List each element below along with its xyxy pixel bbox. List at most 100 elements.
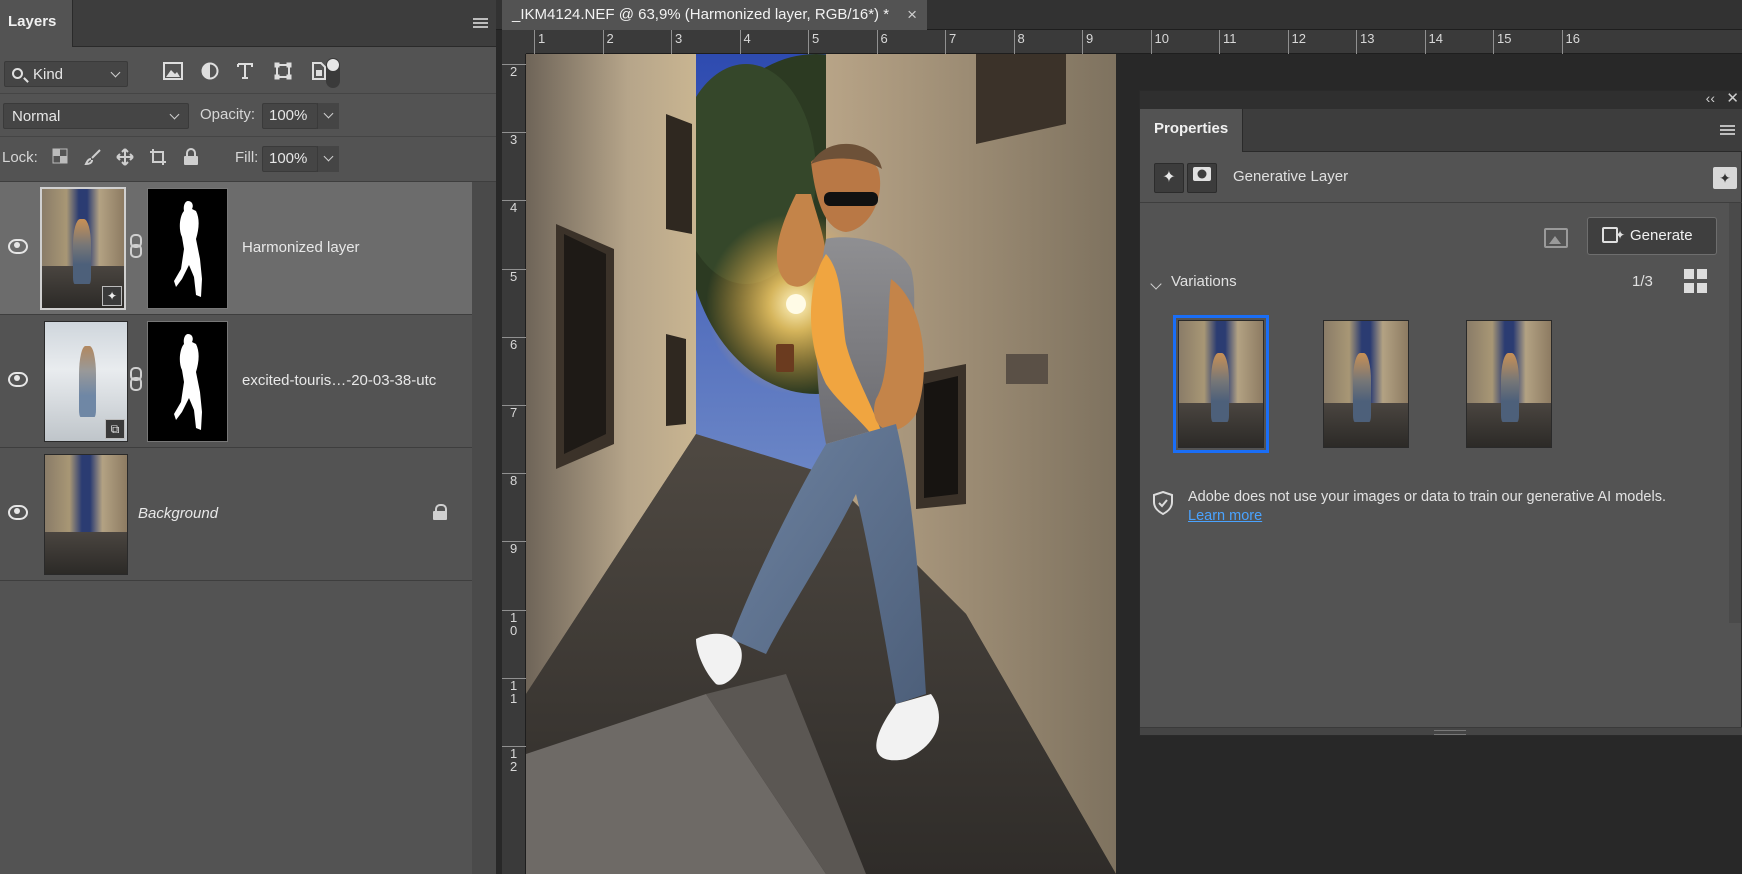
grid-view-icon[interactable] — [1684, 269, 1708, 293]
layers-scroll-area[interactable] — [472, 182, 496, 874]
layer-name[interactable]: Harmonized layer — [242, 239, 360, 256]
chevron-down-icon — [169, 109, 180, 120]
generate-button[interactable]: Generate — [1587, 217, 1717, 255]
ruler-tick: 5 — [502, 268, 526, 283]
layer-lock-icon[interactable] — [432, 504, 448, 520]
pixel-filter-icon[interactable] — [162, 62, 184, 84]
opacity-label: Opacity: — [200, 106, 256, 123]
properties-tab[interactable]: Properties — [1140, 109, 1244, 152]
visibility-eye-icon[interactable] — [6, 371, 28, 387]
ruler-tick: 1 0 — [502, 609, 526, 637]
mask-icon[interactable] — [1187, 163, 1217, 193]
ruler-tick: 1 1 — [502, 677, 526, 705]
layers-tab[interactable]: Layers — [0, 0, 74, 47]
variation-thumbnail-2[interactable] — [1323, 320, 1409, 448]
panel-menu-icon[interactable] — [1720, 125, 1735, 137]
link-chain-icon[interactable] — [129, 367, 142, 391]
type-filter-icon[interactable] — [234, 62, 256, 84]
ruler-tick: 9 — [502, 541, 526, 555]
chevron-down-icon — [110, 67, 121, 78]
horizontal-ruler[interactable]: 1 2 3 4 5 6 7 8 9 10 11 12 13 14 15 16 — [526, 30, 1742, 54]
close-icon[interactable]: ✕ — [1726, 89, 1739, 107]
blend-mode-value: Normal — [12, 108, 61, 125]
document-title: _IKM4124.NEF @ 63,9% (Harmonized layer, … — [512, 6, 890, 23]
document-tab[interactable]: _IKM4124.NEF @ 63,9% (Harmonized layer, … — [502, 0, 928, 30]
lock-row: Lock: Fill: 100% — [0, 138, 496, 182]
panel-header-strip: ‹‹ ✕ — [1140, 89, 1742, 109]
lock-transparent-pixels-icon[interactable] — [49, 148, 71, 170]
ruler-tick: 7 — [502, 405, 526, 419]
vertical-ruler[interactable]: 2 3 4 5 6 7 8 9 1 0 1 1 1 2 — [502, 54, 526, 874]
ruler-tick: 3 — [502, 132, 526, 146]
lock-image-pixels-icon[interactable] — [82, 148, 104, 170]
ruler-tick: 11 — [1219, 30, 1237, 54]
panel-resize-handle[interactable] — [1140, 727, 1742, 735]
fill-input[interactable]: 100% — [262, 146, 318, 172]
generate-label: Generate — [1630, 227, 1693, 244]
ruler-tick: 2 — [602, 30, 614, 54]
ruler-tick: 3 — [671, 30, 682, 54]
blend-mode-select[interactable]: Normal — [3, 103, 189, 129]
fill-dropdown[interactable] — [317, 146, 339, 172]
visibility-eye-icon[interactable] — [6, 504, 28, 520]
properties-scrollbar[interactable] — [1729, 203, 1741, 623]
layer-row-background[interactable]: Background — [0, 448, 472, 581]
layer-thumbnail[interactable] — [44, 454, 128, 575]
chevron-down-icon — [323, 108, 334, 119]
collapse-panel-icon[interactable]: ‹‹ — [1706, 90, 1715, 106]
blend-row: Normal Opacity: 100% — [0, 95, 496, 137]
layer-mask-thumbnail[interactable] — [147, 188, 228, 309]
layers-panel: Layers Kind Normal Opacity: 100% Lock: F… — [0, 0, 496, 874]
reference-image-icon[interactable] — [1544, 228, 1568, 248]
learn-more-link[interactable]: Learn more — [1188, 507, 1262, 526]
layer-name[interactable]: excited-touris…-20-03-38-utc — [242, 372, 436, 389]
layer-mask-thumbnail[interactable] — [147, 321, 228, 442]
lock-label: Lock: — [2, 149, 38, 166]
shape-filter-icon[interactable] — [272, 62, 294, 84]
properties-tabbar: Properties — [1140, 109, 1742, 152]
filter-toggle[interactable] — [326, 58, 340, 88]
variation-thumbnail-3[interactable] — [1466, 320, 1552, 448]
chevron-down-icon[interactable] — [1150, 278, 1162, 290]
layer-filter-row: Kind — [0, 48, 496, 94]
ruler-tick: 12 — [1287, 30, 1306, 54]
layers-tabbar: Layers — [0, 0, 496, 47]
layer-row-tourist[interactable]: ⧉ excited-touris…-20-03-38-utc — [0, 315, 472, 448]
close-icon[interactable]: × — [907, 0, 917, 30]
ruler-tick: 14 — [1424, 30, 1443, 54]
link-chain-icon[interactable] — [129, 234, 142, 258]
ruler-tick: 15 — [1493, 30, 1511, 54]
generative-icon: ✦ — [102, 286, 122, 306]
filter-kind-select[interactable]: Kind — [4, 61, 128, 87]
opacity-input[interactable]: 100% — [262, 103, 318, 129]
layer-type-label: Generative Layer — [1233, 168, 1349, 185]
adjustment-filter-icon[interactable] — [199, 62, 221, 84]
visibility-eye-icon[interactable] — [6, 238, 28, 254]
shield-check-icon — [1153, 491, 1173, 515]
variations-count: 1/3 — [1632, 273, 1653, 290]
layer-row-harmonized[interactable]: ✦ Harmonized layer — [0, 182, 472, 315]
layer-thumbnail[interactable]: ✦ — [40, 187, 126, 310]
opacity-dropdown[interactable] — [317, 103, 339, 129]
lock-all-icon[interactable] — [180, 148, 202, 170]
smart-object-icon: ⧉ — [105, 419, 125, 439]
properties-panel: ‹‹ ✕ Properties ✦ Generative Layer ✦ Gen… — [1139, 90, 1742, 736]
search-icon — [12, 68, 23, 79]
ruler-origin[interactable] — [502, 30, 526, 54]
lock-artboard-icon[interactable] — [147, 148, 169, 170]
variation-thumbnail-1[interactable] — [1173, 315, 1269, 453]
ai-training-notice: Adobe does not use your images or data t… — [1188, 488, 1728, 526]
layer-thumbnail[interactable]: ⧉ — [44, 321, 128, 442]
panel-menu-icon[interactable] — [473, 18, 488, 30]
notice-text: Adobe does not use your images or data t… — [1188, 489, 1666, 505]
generate-icon — [1602, 217, 1625, 253]
ruler-tick: 2 — [502, 64, 526, 78]
variations-label[interactable]: Variations — [1171, 273, 1237, 290]
ruler-tick: 4 — [502, 200, 526, 214]
ruler-tick: 5 — [808, 30, 819, 54]
generative-badge-icon[interactable]: ✦ — [1713, 167, 1737, 189]
ruler-tick: 8 — [502, 473, 526, 487]
lock-position-icon[interactable] — [114, 148, 136, 170]
generative-layer-icon[interactable]: ✦ — [1154, 163, 1184, 193]
layer-name[interactable]: Background — [138, 505, 218, 522]
